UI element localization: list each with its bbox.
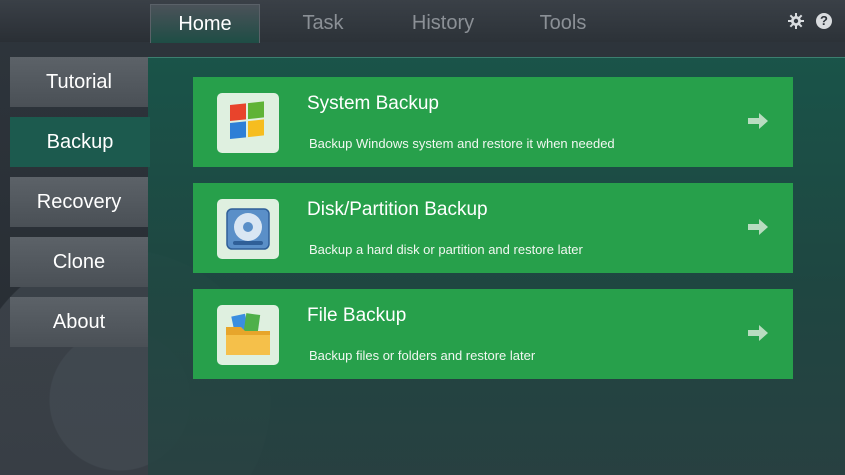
hard-disk-icon bbox=[217, 199, 279, 259]
card-title: Disk/Partition Backup bbox=[307, 199, 488, 220]
gear-icon[interactable] bbox=[788, 13, 804, 29]
sidebar-item-clone[interactable]: Clone bbox=[10, 237, 148, 287]
file-backup-card[interactable]: File Backup Backup files or folders and … bbox=[193, 289, 793, 379]
tab-home[interactable]: Home bbox=[150, 4, 260, 43]
arrow-right-icon bbox=[748, 325, 768, 341]
card-description: Backup a hard disk or partition and rest… bbox=[309, 242, 583, 257]
tab-history[interactable]: History bbox=[390, 4, 496, 42]
sidebar-item-recovery[interactable]: Recovery bbox=[10, 177, 148, 227]
card-description: Backup files or folders and restore late… bbox=[309, 348, 536, 363]
tab-tools[interactable]: Tools bbox=[510, 4, 616, 42]
disk-partition-backup-card[interactable]: Disk/Partition Backup Backup a hard disk… bbox=[193, 183, 793, 273]
tab-task[interactable]: Task bbox=[270, 4, 376, 42]
arrow-right-icon bbox=[748, 219, 768, 235]
top-tab-bar: Home Task History Tools ? bbox=[150, 0, 845, 43]
app-logo-area bbox=[0, 0, 150, 42]
card-title: System Backup bbox=[307, 93, 439, 114]
windows-logo-icon bbox=[217, 93, 279, 153]
system-backup-card[interactable]: System Backup Backup Windows system and … bbox=[193, 77, 793, 167]
card-description: Backup Windows system and restore it whe… bbox=[309, 136, 615, 151]
arrow-right-icon bbox=[748, 113, 768, 129]
sidebar-item-tutorial[interactable]: Tutorial bbox=[10, 57, 148, 107]
card-title: File Backup bbox=[307, 305, 407, 326]
help-icon[interactable]: ? bbox=[816, 13, 832, 29]
sidebar-item-about[interactable]: About bbox=[10, 297, 148, 347]
folder-icon bbox=[217, 305, 279, 365]
sidebar-item-backup[interactable]: Backup bbox=[10, 117, 150, 167]
